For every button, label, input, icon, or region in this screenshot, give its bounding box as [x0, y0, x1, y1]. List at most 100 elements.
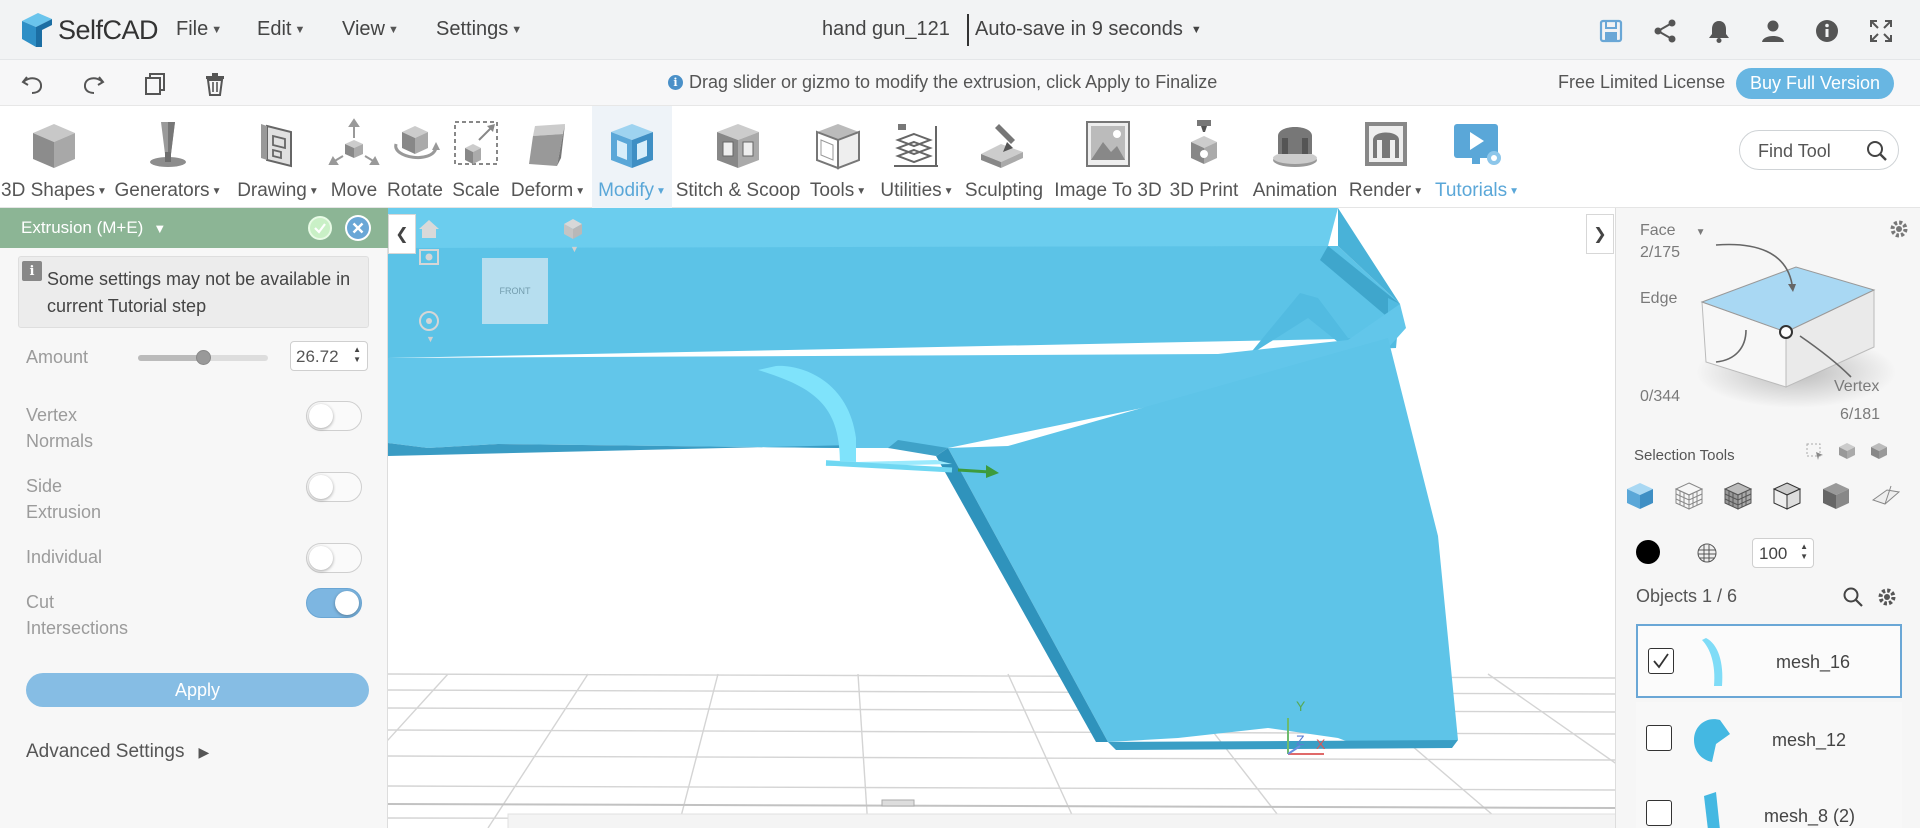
close-icon[interactable] — [345, 215, 371, 241]
solid-cube-icon[interactable] — [1820, 480, 1852, 512]
object-checkbox[interactable] — [1646, 800, 1672, 826]
object-row-mesh-8[interactable]: mesh_8 (2) — [1636, 776, 1902, 828]
side-extrusion-toggle[interactable] — [306, 472, 362, 502]
home-view-icon[interactable] — [416, 216, 442, 242]
cut-intersections-toggle[interactable] — [306, 588, 362, 618]
image-to-3d-icon — [1086, 121, 1130, 167]
collapse-left-panel-button[interactable]: ❮ — [388, 214, 416, 254]
color-swatch[interactable] — [1636, 540, 1660, 564]
edit-menu[interactable]: Edit ▼ — [257, 18, 305, 41]
tool-deform[interactable]: Deform ▼ — [504, 106, 592, 208]
texture-icon[interactable] — [1696, 542, 1718, 564]
tool-image-to-3d[interactable]: Image To 3D — [1048, 106, 1168, 208]
edge-label[interactable]: Edge — [1640, 290, 1677, 308]
tool-3d-print[interactable]: 3D Print — [1168, 106, 1240, 208]
extrusion-panel-header[interactable]: Extrusion (M+E) ▼ — [0, 208, 388, 248]
stepper-icon[interactable]: ▲ ▼ — [353, 345, 361, 365]
settings-menu[interactable]: Settings ▼ — [436, 18, 522, 41]
advanced-settings-label: Advanced Settings — [26, 741, 185, 762]
confirm-icon[interactable] — [308, 216, 332, 240]
cut-intersections-label: Cut Intersections — [26, 592, 129, 638]
tool-animation[interactable]: Animation — [1240, 106, 1350, 208]
search-icon[interactable] — [1842, 586, 1864, 608]
tool-utilities[interactable]: Utilities ▼ — [874, 106, 960, 208]
orbit-icon[interactable] — [416, 308, 442, 334]
tool-sculpting[interactable]: Sculpting — [962, 106, 1046, 208]
tool-rotate[interactable]: Rotate — [382, 106, 448, 208]
object-checkbox[interactable] — [1648, 648, 1674, 674]
selection-tools-label: Selection Tools — [1634, 447, 1735, 464]
tool-3d-shapes[interactable]: 3D Shapes ▼ — [0, 106, 108, 208]
3d-viewport[interactable]: Y Z X ❮ ❯ ▼ ▼ FRONT — [388, 208, 1616, 828]
fullscreen-icon[interactable] — [1868, 18, 1894, 44]
object-select-icon[interactable] — [1624, 480, 1656, 512]
3d-scene[interactable] — [388, 208, 1616, 828]
tool-modify[interactable]: Modify ▼ — [592, 106, 672, 208]
amount-slider[interactable] — [138, 350, 268, 365]
amount-slider-handle[interactable] — [196, 350, 211, 365]
opacity-input[interactable]: 100 ▲ ▼ — [1752, 538, 1814, 568]
save-icon[interactable] — [1598, 18, 1624, 44]
user-icon[interactable] — [1760, 18, 1786, 44]
tool-scale[interactable]: Scale — [448, 106, 504, 208]
object-thumbnail — [1694, 719, 1730, 762]
file-menu[interactable]: File ▼ — [176, 18, 222, 41]
buy-full-version-button[interactable]: Buy Full Version — [1736, 68, 1894, 99]
object-row-mesh-16[interactable]: mesh_16 — [1636, 624, 1902, 698]
vertex-normals-toggle[interactable] — [306, 401, 362, 431]
tool-tutorials[interactable]: Tutorials ▼ — [1432, 106, 1522, 208]
amount-input[interactable]: 26.72 ▲ ▼ — [290, 341, 368, 371]
view-menu[interactable]: View ▼ — [342, 18, 399, 41]
tool-tools[interactable]: Tools ▼ — [802, 106, 874, 208]
share-icon[interactable] — [1652, 18, 1678, 44]
object-checkbox[interactable] — [1646, 725, 1672, 751]
tool-label: Utilities — [880, 180, 942, 201]
advanced-settings-toggle[interactable]: Advanced Settings ▶ — [26, 741, 209, 763]
document-title[interactable]: hand gun_121 — [822, 18, 950, 41]
view-cube-icon[interactable] — [560, 216, 586, 242]
edge-grid-icon[interactable] — [1722, 480, 1754, 512]
modify-icon — [611, 124, 653, 168]
redo-icon[interactable] — [80, 71, 106, 97]
gear-icon[interactable] — [1876, 586, 1898, 608]
tool-stitch-scoop[interactable]: Stitch & Scoop — [674, 106, 802, 208]
tool-label: Deform — [510, 180, 574, 201]
trash-icon[interactable] — [202, 71, 228, 97]
edge-count: 0/344 — [1640, 388, 1681, 405]
find-tool-search[interactable]: Find Tool — [1739, 130, 1899, 170]
tool-label: Scale — [452, 180, 500, 201]
select-box-icon[interactable] — [1804, 440, 1826, 462]
opacity-value: 100 — [1759, 544, 1788, 563]
view-cube[interactable]: FRONT — [482, 258, 548, 324]
caret-down-icon[interactable]: ▼ — [426, 334, 435, 344]
tool-move[interactable]: Move — [328, 106, 380, 208]
tool-drawing[interactable]: Drawing ▼ — [228, 106, 328, 208]
vertex-cube-icon[interactable] — [1771, 480, 1803, 512]
apply-button[interactable]: Apply — [26, 673, 369, 707]
info-icon[interactable] — [1814, 18, 1840, 44]
collapse-right-panel-button[interactable]: ❯ — [1586, 214, 1614, 254]
select-cube-icon[interactable] — [1836, 440, 1858, 462]
object-row-mesh-12[interactable]: mesh_12 — [1636, 702, 1902, 776]
autosave-dropdown[interactable]: Auto-save in 9 seconds ▼ — [975, 18, 1202, 41]
vertex-label[interactable]: Vertex — [1834, 378, 1879, 396]
stepper-icon[interactable]: ▲ ▼ — [1800, 542, 1808, 562]
individual-toggle[interactable] — [306, 543, 362, 573]
face-label: Face — [1640, 222, 1676, 239]
plane-select-icon[interactable] — [1869, 480, 1901, 512]
chevron-right-icon: ❯ — [1593, 226, 1607, 243]
face-grid-icon[interactable] — [1673, 480, 1705, 512]
copy-icon[interactable] — [142, 71, 168, 97]
camera-view-icon[interactable] — [416, 244, 442, 270]
search-icon[interactable] — [1866, 140, 1888, 162]
tool-render[interactable]: Render ▼ — [1349, 106, 1423, 208]
caret-down-icon[interactable]: ▼ — [570, 244, 579, 254]
bell-icon[interactable] — [1706, 18, 1732, 44]
caret-down-icon[interactable]: ▼ — [153, 221, 166, 236]
undo-icon[interactable] — [20, 71, 46, 97]
selection-mode-cube[interactable] — [1676, 222, 1916, 422]
tool-label: Image To 3D — [1054, 180, 1162, 201]
selfcad-logo[interactable]: SelfCAD — [18, 9, 159, 51]
tool-generators[interactable]: Generators ▼ — [108, 106, 228, 208]
select-solid-icon[interactable] — [1868, 440, 1890, 462]
